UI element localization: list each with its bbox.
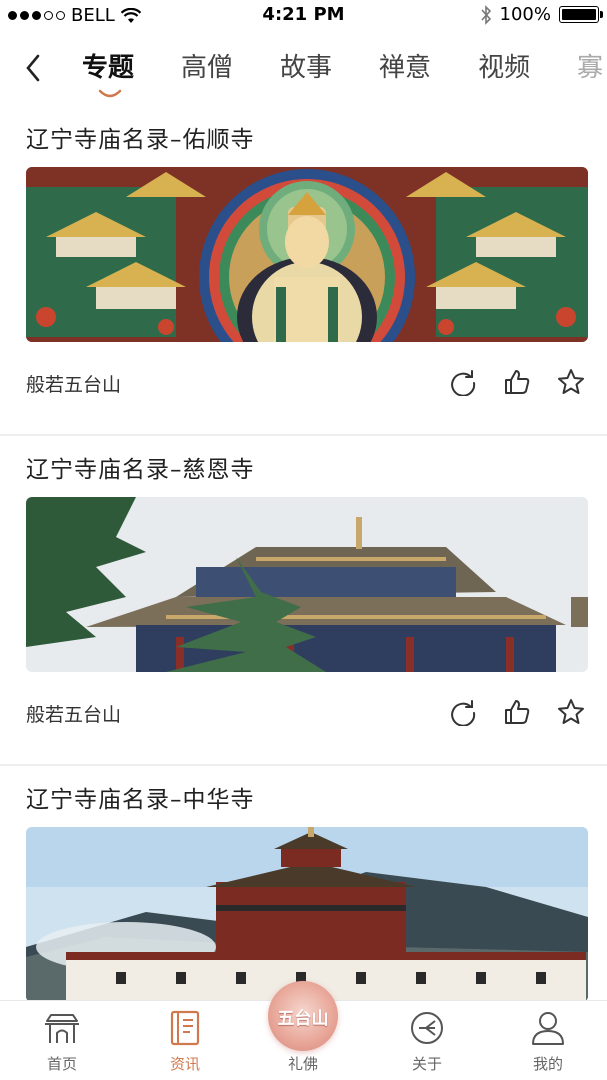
article-actions <box>449 368 585 396</box>
tab-label: 专题 <box>82 53 135 83</box>
bluetooth-icon <box>480 4 491 25</box>
favorite-star-icon[interactable] <box>557 698 585 726</box>
article-card[interactable]: 辽宁寺庙名录–慈恩寺 般若五台山 <box>0 436 607 766</box>
tab-more[interactable]: 寡 <box>577 48 603 88</box>
article-title[interactable]: 辽宁寺庙名录–慈恩寺 <box>26 450 255 484</box>
share-refresh-icon[interactable] <box>449 698 477 726</box>
active-tab-indicator <box>98 89 122 98</box>
tab-video[interactable]: 视频 <box>478 48 530 88</box>
tab-news[interactable]: 资讯 <box>140 1007 230 1074</box>
news-book-icon <box>170 1010 200 1046</box>
like-thumb-icon[interactable] <box>503 368 531 396</box>
article-image-thangka[interactable] <box>26 167 588 342</box>
tab-label: 关于 <box>411 1055 442 1073</box>
article-source: 般若五台山 <box>26 374 122 396</box>
article-actions <box>449 698 585 726</box>
tab-label: 故事 <box>280 53 333 83</box>
tab-label: 寡 <box>577 53 604 83</box>
wutaishan-lotus-icon: 五台山 <box>268 981 338 1051</box>
back-arrow-icon[interactable] <box>20 52 48 84</box>
article-title[interactable]: 辽宁寺庙名录–佑顺寺 <box>26 120 255 154</box>
tab-label: 礼佛 <box>287 1055 318 1073</box>
tab-home[interactable]: 首页 <box>17 1007 107 1074</box>
battery-icon <box>559 6 603 23</box>
monastery-image <box>26 827 588 1002</box>
status-bar: BELL 4:21 PM 100% <box>0 0 607 30</box>
home-icon <box>45 1014 79 1043</box>
article-feed: 辽宁寺庙名录–佑顺寺 般若五台山 辽宁寺庙名录–慈恩寺 般若五台山 辽宁寺庙名录… <box>0 106 607 1080</box>
battery-percent: 100% <box>499 4 551 25</box>
top-nav: 专题 高僧 故事 禅意 视频 寡 <box>0 30 607 106</box>
favorite-star-icon[interactable] <box>557 368 585 396</box>
thangka-image <box>26 167 588 342</box>
bottom-tab-bar: 首页 资讯 五台山 礼佛 关于 我的 <box>0 981 607 1080</box>
tab-profile[interactable]: 我的 <box>503 1007 593 1074</box>
status-right: 100% <box>480 4 603 25</box>
tab-label: 资讯 <box>169 1055 200 1073</box>
tab-label: 禅意 <box>379 53 432 83</box>
tab-worship[interactable]: 五台山 礼佛 <box>263 981 343 1074</box>
profile-icon <box>532 1012 564 1045</box>
tab-about[interactable]: 关于 <box>382 1007 472 1074</box>
article-image-monastery[interactable] <box>26 827 588 1002</box>
tab-stories[interactable]: 故事 <box>280 48 332 88</box>
tab-monks[interactable]: 高僧 <box>181 48 233 88</box>
share-refresh-icon[interactable] <box>449 368 477 396</box>
article-source: 般若五台山 <box>26 704 122 726</box>
category-tabs: 专题 高僧 故事 禅意 视频 寡 <box>82 48 603 98</box>
lotus-badge-text: 五台山 <box>277 1008 329 1029</box>
tab-label: 高僧 <box>181 53 234 83</box>
like-thumb-icon[interactable] <box>503 698 531 726</box>
tab-label: 首页 <box>46 1055 77 1073</box>
tab-special[interactable]: 专题 <box>82 48 135 98</box>
tab-label: 我的 <box>532 1055 563 1073</box>
about-icon <box>411 1012 443 1044</box>
temple-roof-image <box>26 497 588 672</box>
tab-label: 视频 <box>478 53 531 83</box>
article-image-temple-roof[interactable] <box>26 497 588 672</box>
tab-zen[interactable]: 禅意 <box>379 48 431 88</box>
article-title[interactable]: 辽宁寺庙名录–中华寺 <box>26 780 255 814</box>
article-card[interactable]: 辽宁寺庙名录–佑顺寺 般若五台山 <box>0 106 607 436</box>
